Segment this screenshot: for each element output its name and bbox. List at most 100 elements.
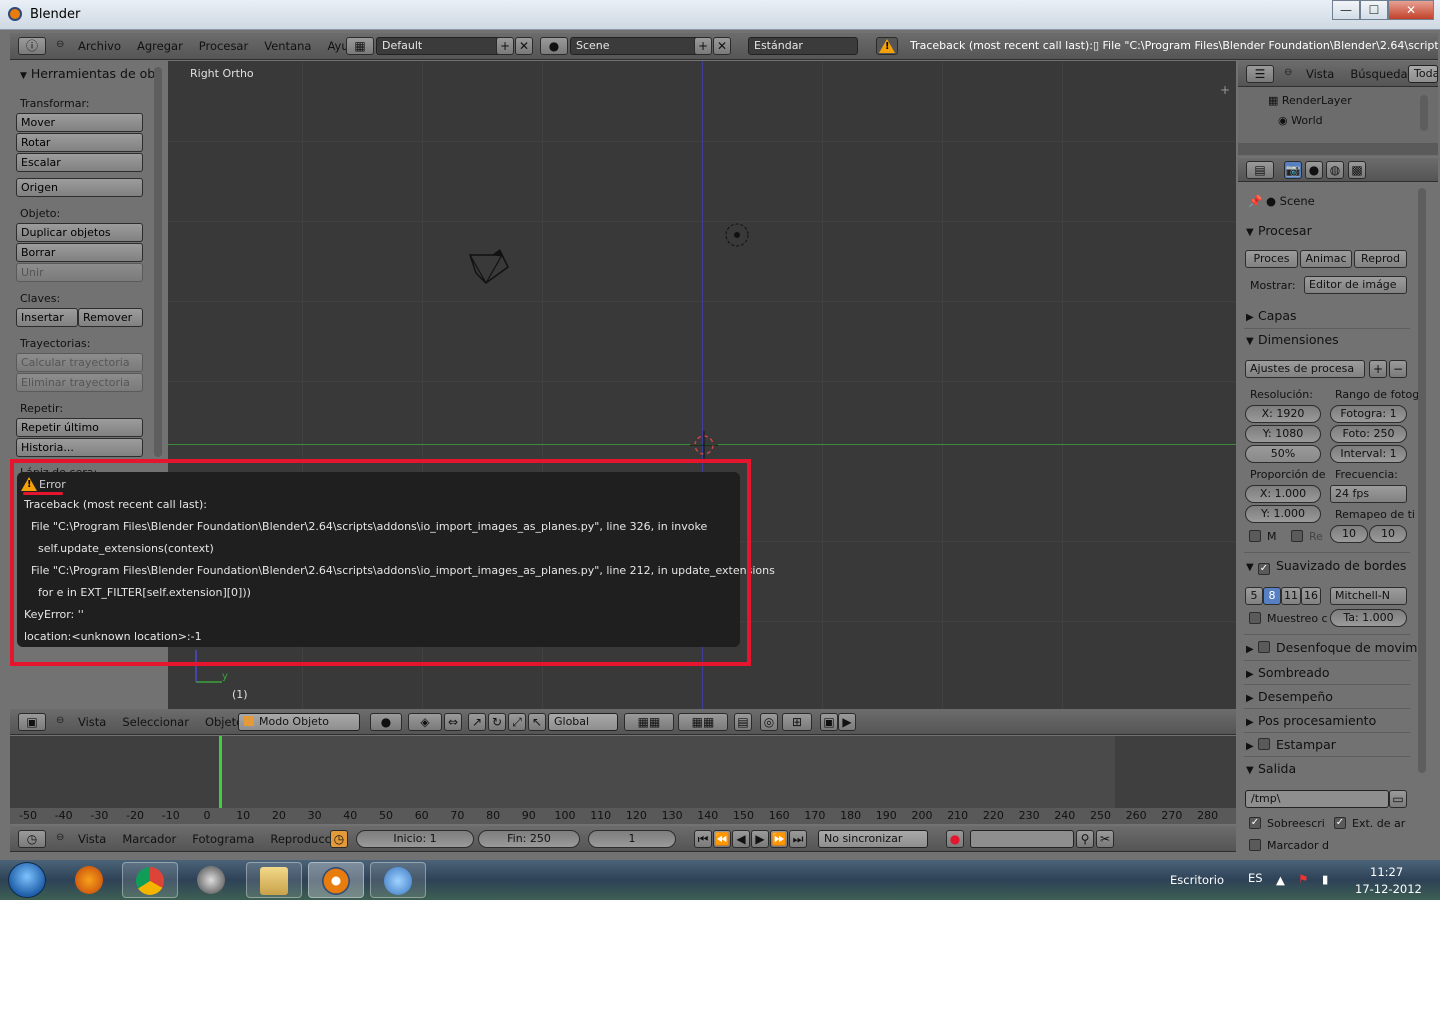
file-ext-checkbox[interactable]: ✓	[1334, 817, 1346, 829]
timeline-ruler[interactable]: -50 -40 -30 -20 -10 0 10 20 30 40 50 60 70 80 90 100 110…	[10, 808, 1236, 824]
outliner-menu-busqueda[interactable]: Búsqueda	[1350, 67, 1407, 81]
menu-procesar[interactable]: Procesar	[199, 39, 248, 53]
remap-new-field[interactable]: 10	[1369, 525, 1407, 543]
section-dimensiones[interactable]: ▼ Dimensiones	[1246, 332, 1339, 347]
crop-checkbox[interactable]	[1291, 530, 1303, 542]
res-x-field[interactable]: X: 1920	[1245, 405, 1321, 423]
orientation-select[interactable]: Global	[548, 713, 618, 731]
origin-button[interactable]: Origen	[16, 178, 143, 197]
snap-icon[interactable]: ⊞	[782, 713, 812, 731]
insert-key-button[interactable]: Insertar	[16, 308, 78, 327]
render-button[interactable]: Proces	[1245, 250, 1298, 268]
taskbar-app3[interactable]	[184, 862, 240, 898]
aa-samples-16[interactable]: 16	[1301, 587, 1321, 605]
camera-icon[interactable]	[466, 247, 514, 287]
play-reverse-icon[interactable]: ◀	[732, 830, 750, 848]
toolshelf-scrollbar[interactable]	[154, 67, 162, 457]
frame-step-field[interactable]: Interval: 1	[1330, 445, 1407, 463]
fps-select[interactable]: 24 fps	[1330, 485, 1407, 503]
3d-view-editor-icon[interactable]: ▣	[18, 713, 46, 731]
play-icon[interactable]: ▶	[751, 830, 769, 848]
section-procesar[interactable]: ▼ Procesar	[1246, 223, 1312, 238]
section-desempeno[interactable]: ▶ Desempeño	[1246, 689, 1333, 704]
layer-lock-icon[interactable]: ▤	[734, 713, 752, 731]
viewport-plus-icon[interactable]: +	[1220, 83, 1230, 97]
outliner-filter-select[interactable]: Toda	[1408, 65, 1438, 83]
history-button[interactable]: Historia...	[16, 438, 143, 457]
taskbar-explorer[interactable]	[246, 862, 302, 898]
start-button[interactable]	[8, 862, 46, 898]
section-salida[interactable]: ▼ Salida	[1246, 761, 1296, 776]
aa-samples-11[interactable]: 11	[1281, 587, 1301, 605]
filter-size-field[interactable]: Ta: 1.000	[1330, 609, 1407, 627]
clock-date[interactable]: 17-12-2012	[1355, 882, 1422, 896]
section-suavizado[interactable]: ▼ ✓ Suavizado de bordes	[1246, 558, 1406, 575]
section-capas[interactable]: ▶ Capas	[1246, 308, 1297, 323]
section-estampar[interactable]: ▶ Estampar	[1246, 737, 1336, 752]
scene-add-icon[interactable]: +	[694, 37, 712, 55]
join-button[interactable]: Unir	[16, 263, 143, 282]
output-path-field[interactable]: /tmp\	[1245, 790, 1389, 808]
next-key-icon[interactable]: ⏩	[770, 830, 788, 848]
layers-group-1[interactable]: ▦▦	[624, 713, 674, 731]
keyframe-delete-icon[interactable]: ✂	[1096, 830, 1114, 848]
scale-button[interactable]: Escalar	[16, 153, 143, 172]
layout-icon[interactable]: ▦	[346, 37, 374, 55]
section-post[interactable]: ▶ Pos procesamiento	[1246, 713, 1376, 728]
collapse-icon[interactable]: ⊖	[56, 832, 64, 843]
aspect-y-field[interactable]: Y: 1.000	[1245, 505, 1321, 523]
collapse-icon[interactable]: ⊖	[56, 715, 64, 726]
tray-network-icon[interactable]: ▮	[1322, 872, 1328, 886]
world-tab-icon[interactable]: ◍	[1326, 161, 1344, 179]
current-frame-line[interactable]	[219, 736, 222, 808]
keyframe-insert-icon[interactable]: ⚲	[1076, 830, 1094, 848]
proportional-edit-icon[interactable]: ◎	[760, 713, 778, 731]
collapse-icon[interactable]: ⊖	[1284, 67, 1292, 78]
menu-ventana[interactable]: Ventana	[264, 39, 311, 53]
aa-samples-8[interactable]: 8	[1263, 587, 1281, 605]
scale-manip-icon[interactable]: ⤢	[508, 713, 526, 731]
close-button[interactable]: ✕	[1388, 0, 1434, 20]
layout-add-icon[interactable]: +	[496, 37, 514, 55]
menu-seleccionar[interactable]: Seleccionar	[122, 715, 189, 729]
menu-archivo[interactable]: Archivo	[78, 39, 121, 53]
preview-range-icon[interactable]: ◷	[330, 830, 348, 848]
res-pct-slider[interactable]: 50%	[1245, 445, 1321, 463]
remove-key-button[interactable]: Remover	[78, 308, 143, 327]
pivot-select[interactable]: ◈	[408, 713, 442, 731]
aa-samples-5[interactable]: 5	[1245, 587, 1263, 605]
render-anim-icon[interactable]: ▶	[838, 713, 856, 731]
translate-manip-icon[interactable]: ↗	[468, 713, 486, 731]
aspect-x-field[interactable]: X: 1.000	[1245, 485, 1321, 503]
preset-remove-icon[interactable]: −	[1389, 360, 1407, 378]
frame-start-field[interactable]: Fotogra: 1	[1330, 405, 1407, 423]
taskbar-chrome[interactable]	[122, 862, 178, 898]
outliner-item-renderlayer[interactable]: ▦ RenderLayer	[1268, 94, 1352, 107]
remap-old-field[interactable]: 10	[1330, 525, 1368, 543]
clear-path-button[interactable]: Eliminar trayectoria	[16, 373, 143, 392]
scene-field[interactable]: Scene	[570, 37, 700, 55]
scene-remove-icon[interactable]: ✕	[713, 37, 731, 55]
desktop-toolbar-label[interactable]: Escritorio	[1170, 873, 1224, 887]
outliner-scrollbar[interactable]	[1420, 95, 1428, 131]
taskbar-paint[interactable]	[370, 862, 426, 898]
tray-flag-icon[interactable]: ⚑	[1298, 872, 1308, 886]
section-motion-blur[interactable]: ▶ Desenfoque de movimi	[1246, 640, 1421, 655]
layout-remove-icon[interactable]: ✕	[515, 37, 533, 55]
layout-field[interactable]: Default	[376, 37, 506, 55]
res-y-field[interactable]: Y: 1080	[1245, 425, 1321, 443]
minimize-button[interactable]: —	[1332, 0, 1360, 20]
repeat-last-button[interactable]: Repetir último	[16, 418, 143, 437]
properties-editor-icon[interactable]: ▤	[1246, 161, 1274, 179]
outliner-hscroll[interactable]	[1238, 143, 1438, 155]
layers-group-2[interactable]: ▦▦	[678, 713, 728, 731]
scene-icon[interactable]: ●	[540, 37, 568, 55]
playback-button[interactable]: Reprod	[1354, 250, 1407, 268]
record-icon[interactable]: ●	[946, 830, 964, 848]
start-frame-field[interactable]: Inicio: 1	[356, 830, 474, 848]
current-frame-field[interactable]: 1	[588, 830, 676, 848]
aa-filter-select[interactable]: Mitchell-N	[1330, 587, 1407, 605]
sync-select[interactable]: No sincronizar	[818, 830, 928, 848]
properties-scrollbar[interactable]	[1418, 188, 1426, 773]
3d-cursor-icon[interactable]	[690, 431, 718, 459]
